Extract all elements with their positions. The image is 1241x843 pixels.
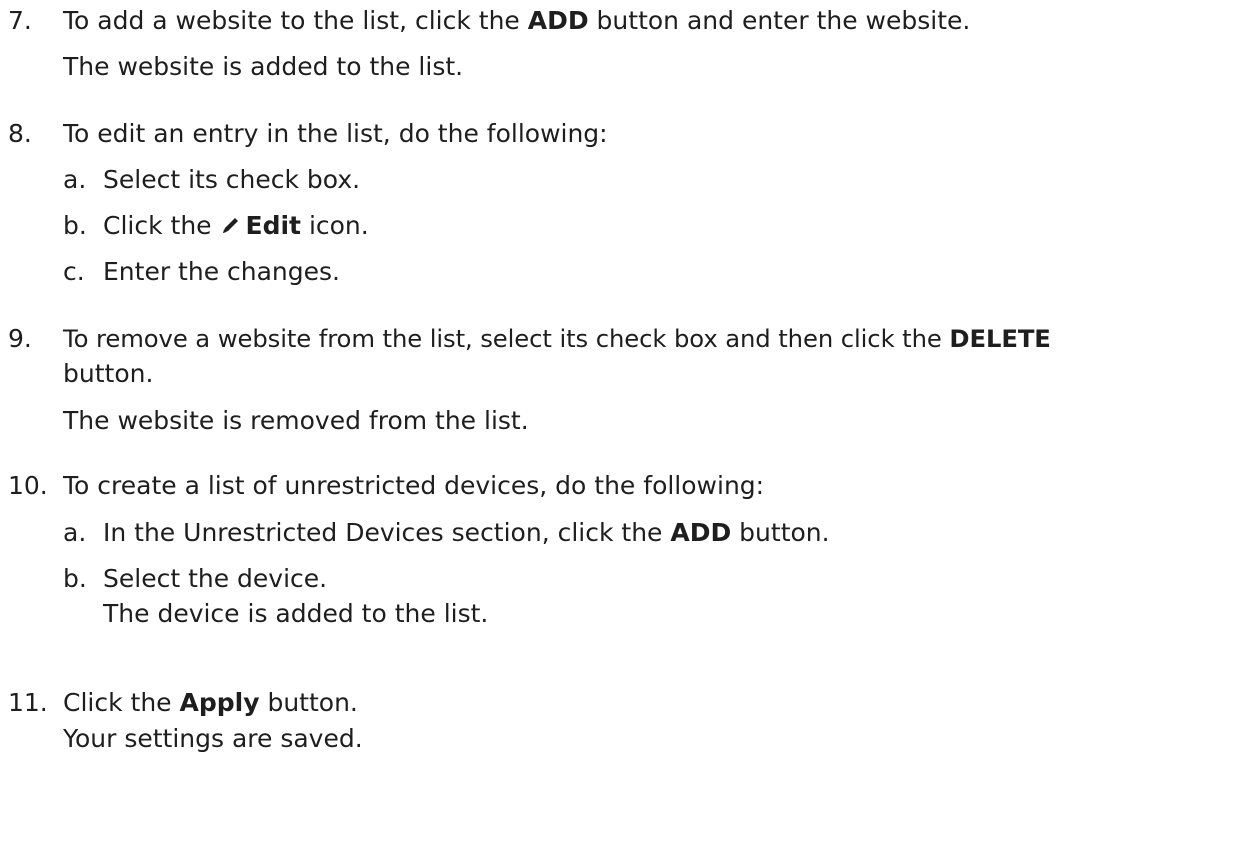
delete-label: DELETE bbox=[949, 324, 1051, 353]
substep-8c-text: Enter the changes. bbox=[103, 257, 340, 286]
substep-letter: b. bbox=[63, 564, 87, 593]
edit-label: Edit bbox=[245, 211, 302, 240]
step-7-text: To add a website to the list, click the … bbox=[63, 6, 971, 35]
step-number: 7. bbox=[8, 6, 32, 35]
substep-10a-text: In the Unrestricted Devices section, cli… bbox=[103, 518, 830, 547]
pencil-icon bbox=[222, 218, 238, 233]
step-number: 11. bbox=[8, 688, 48, 717]
substep-letter: a. bbox=[63, 518, 87, 547]
substep-8b-text: Click the Edit icon. bbox=[103, 211, 369, 240]
step-11-result: Your settings are saved. bbox=[63, 724, 363, 753]
add-label: ADD bbox=[670, 518, 732, 547]
substep-10b-text: Select the device. bbox=[103, 564, 328, 593]
step-11-text: Click the Apply button. bbox=[63, 688, 358, 717]
step-number: 8. bbox=[8, 119, 32, 148]
substep-8a-text: Select its check box. bbox=[103, 165, 361, 194]
document-page: 7. To add a website to the list, click t… bbox=[0, 0, 1241, 843]
substep-letter: b. bbox=[63, 211, 87, 240]
step-number: 9. bbox=[8, 324, 32, 353]
step-10-text: To create a list of unrestricted devices… bbox=[63, 471, 765, 500]
step-number: 10. bbox=[8, 471, 48, 500]
substep-letter: c. bbox=[63, 257, 85, 286]
substep-10b-result: The device is added to the list. bbox=[103, 599, 489, 628]
step-9-result: The website is removed from the list. bbox=[63, 406, 529, 435]
substep-letter: a. bbox=[63, 165, 87, 194]
step-9-text-cont: button. bbox=[63, 359, 154, 388]
step-7-result: The website is added to the list. bbox=[63, 52, 464, 81]
apply-label: Apply bbox=[179, 688, 260, 717]
step-9-text: To remove a website from the list, selec… bbox=[63, 324, 1051, 353]
step-8-text: To edit an entry in the list, do the fol… bbox=[63, 119, 608, 148]
add-label: ADD bbox=[527, 6, 589, 35]
